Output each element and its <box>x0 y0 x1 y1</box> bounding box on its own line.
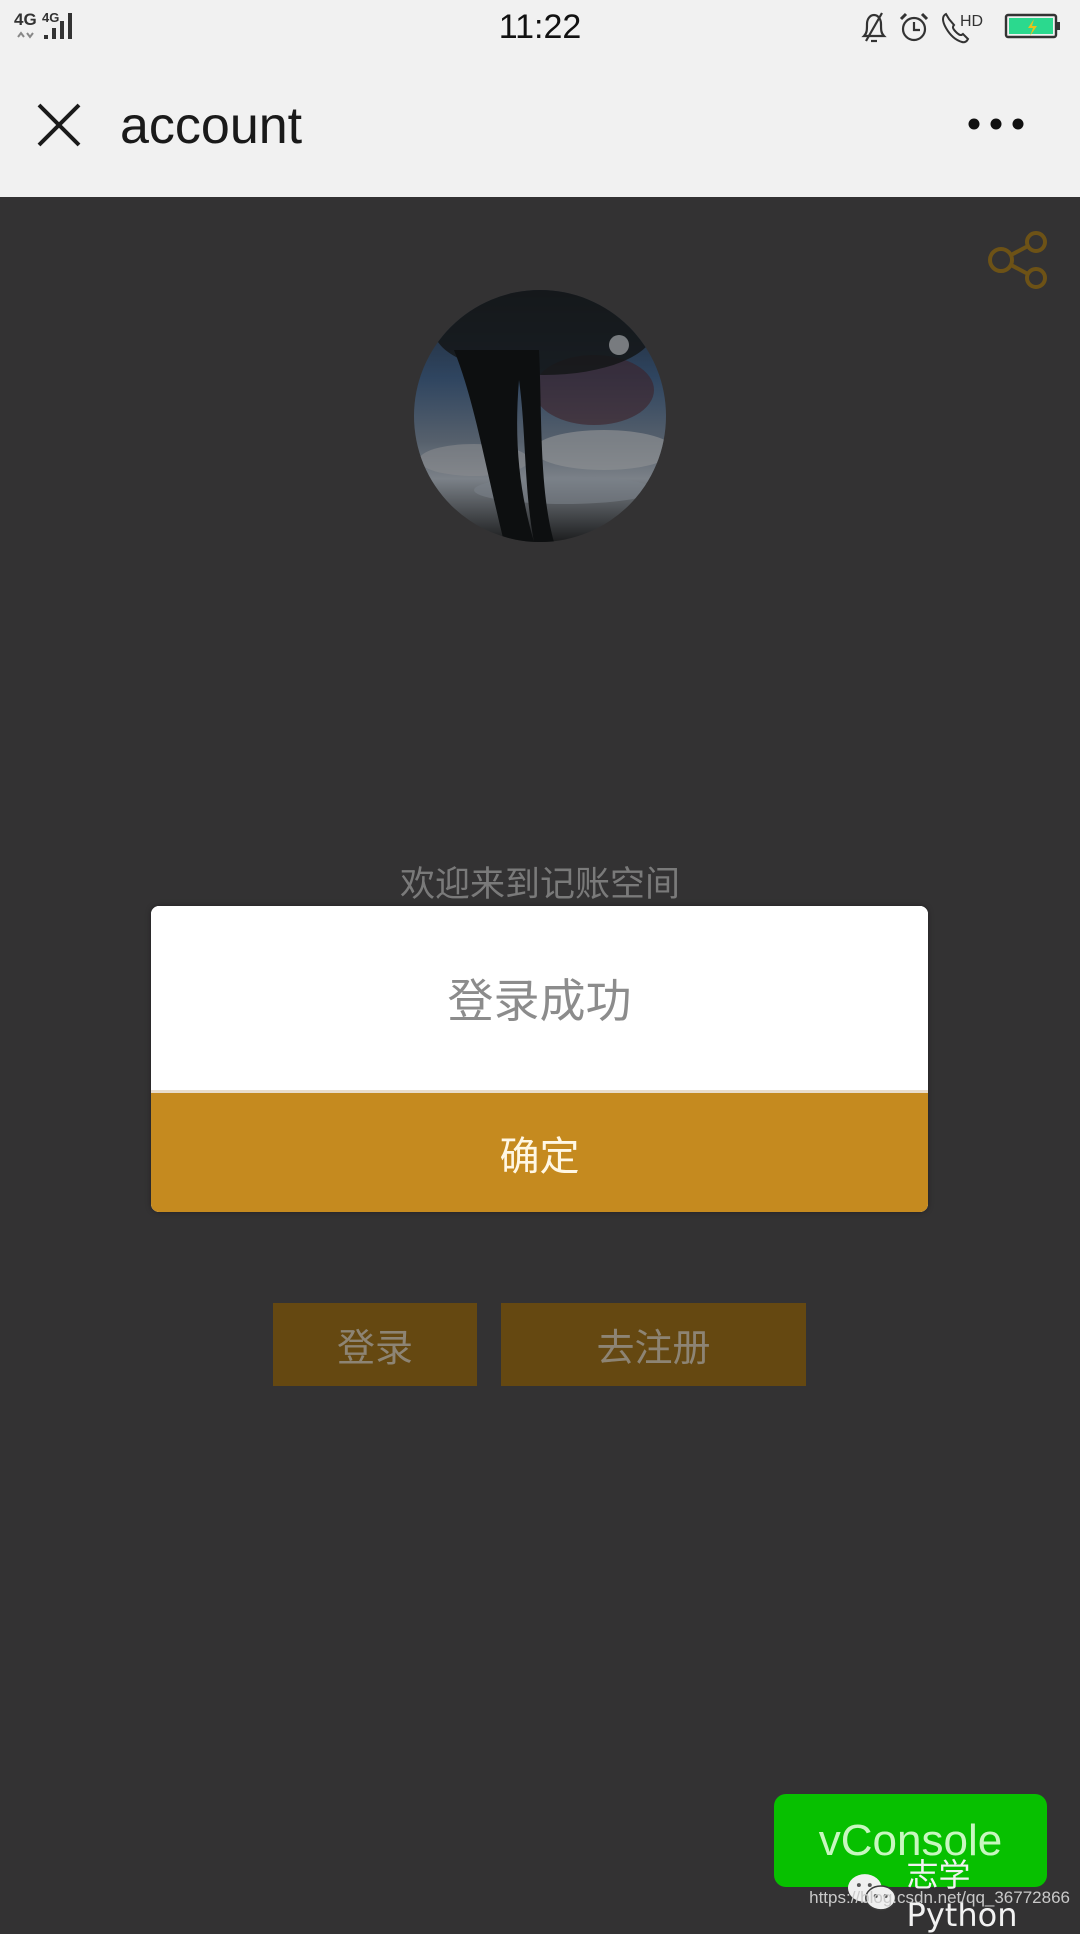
watermark-url: https://blog.csdn.net/qq_36772866 <box>809 1888 1070 1907</box>
bell-muted-icon <box>861 12 887 43</box>
login-button[interactable]: 登录 <box>273 1303 477 1386</box>
confirm-button[interactable]: 确定 <box>151 1093 928 1212</box>
close-icon <box>37 103 81 147</box>
page-title: account <box>120 97 303 155</box>
more-dots-icon <box>968 118 1024 130</box>
volte-hd-call-icon: HD <box>942 12 983 44</box>
more-button[interactable] <box>964 114 1030 134</box>
share-icon <box>988 231 1047 289</box>
close-button[interactable] <box>30 96 88 154</box>
dialog-message: 登录成功 <box>151 906 928 1093</box>
status-bar: 4G 4G 11:22 HD <box>0 0 1080 60</box>
avatar <box>414 290 666 542</box>
alarm-icon <box>899 12 929 42</box>
avatar-image <box>414 290 666 542</box>
register-button[interactable]: 去注册 <box>501 1303 806 1386</box>
hd-label: HD <box>960 13 983 30</box>
status-icons: HD <box>840 10 1080 46</box>
login-success-dialog: 登录成功 确定 <box>151 906 928 1212</box>
nav-bar: account <box>0 60 1080 197</box>
share-button[interactable] <box>984 228 1054 290</box>
battery-charging-icon <box>1004 13 1060 39</box>
welcome-text: 欢迎来到记账空间 <box>399 865 680 905</box>
